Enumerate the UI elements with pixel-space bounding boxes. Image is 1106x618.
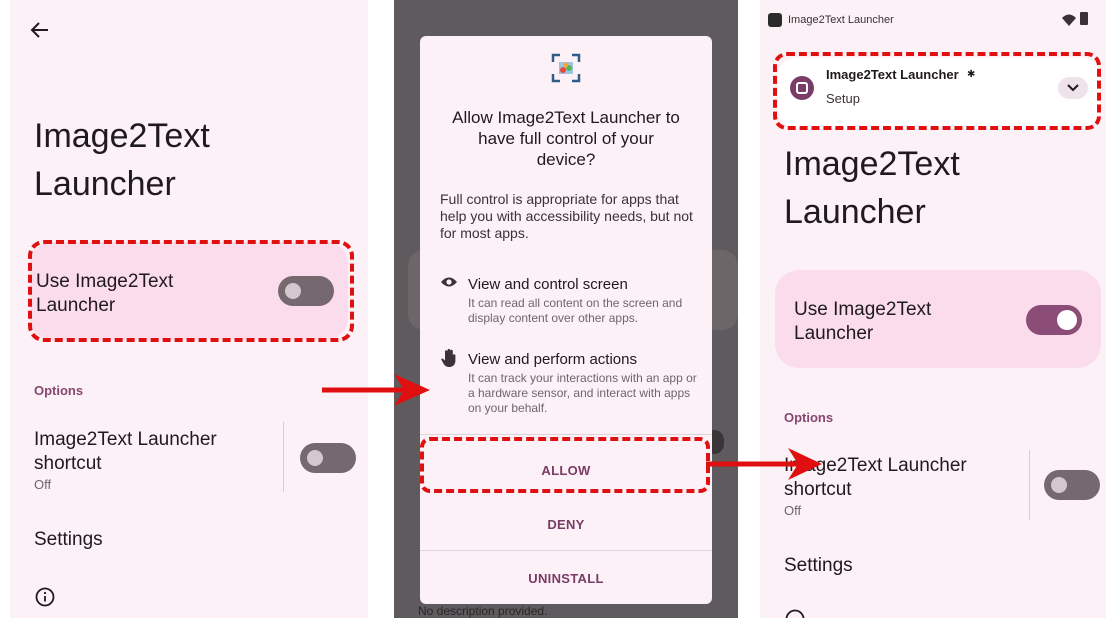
- permission-title-2: View and perform actions: [468, 351, 637, 368]
- statusbar-title: Image2Text Launcher: [788, 14, 894, 26]
- use-service-toggle[interactable]: [1026, 305, 1082, 335]
- shortcut-toggle[interactable]: [1044, 470, 1100, 500]
- background-description: No description provided.: [418, 604, 548, 618]
- use-service-label: Use Image2Text Launcher: [794, 299, 932, 344]
- dialog-body: Full control is appropriate for apps tha…: [440, 191, 693, 241]
- battery-icon: [1080, 12, 1088, 25]
- divider: [420, 550, 712, 551]
- wifi-icon: [1062, 13, 1076, 26]
- info-icon: [34, 586, 56, 608]
- page-title: Image2Text Launcher: [784, 145, 960, 231]
- settings-item[interactable]: Settings: [784, 554, 853, 578]
- info-icon: [784, 608, 806, 618]
- divider: [283, 422, 284, 492]
- permission-desc-2: It can track your interactions with an a…: [468, 371, 697, 415]
- settings-item[interactable]: Settings: [34, 528, 103, 552]
- eye-icon: [440, 275, 458, 289]
- shortcut-label[interactable]: Image2Text Launcher shortcut: [34, 428, 254, 476]
- options-header: Options: [34, 383, 84, 398]
- shortcut-status: Off: [784, 503, 802, 518]
- arrow-right-icon: [706, 448, 822, 480]
- arrow-right-icon: [322, 374, 430, 406]
- highlight-use-service: [28, 240, 354, 342]
- permission-desc-1: It can read all content on the screen an…: [468, 296, 683, 325]
- shortcut-status: Off: [34, 477, 52, 492]
- permission-screen: No description provided. Allow Image2Tex…: [394, 0, 738, 618]
- back-arrow-icon[interactable]: [28, 18, 52, 42]
- page-title: Image2Text Launcher: [34, 117, 210, 203]
- app-logo-icon: [550, 52, 582, 84]
- deny-button[interactable]: DENY: [420, 517, 712, 532]
- highlight-allow-button: [420, 437, 710, 493]
- divider: [420, 434, 712, 435]
- permission-dialog: Allow Image2Text Launcher to have full c…: [420, 36, 712, 604]
- options-header: Options: [784, 410, 834, 425]
- uninstall-button[interactable]: UNINSTALL: [420, 571, 712, 586]
- divider: [1029, 450, 1030, 520]
- shortcut-toggle[interactable]: [300, 443, 356, 473]
- statusbar-app-icon: [768, 13, 782, 27]
- highlight-notification: [773, 52, 1101, 130]
- hand-icon: [440, 348, 458, 368]
- dialog-title: Allow Image2Text Launcher to have full c…: [452, 108, 680, 169]
- permission-title-1: View and control screen: [468, 276, 628, 293]
